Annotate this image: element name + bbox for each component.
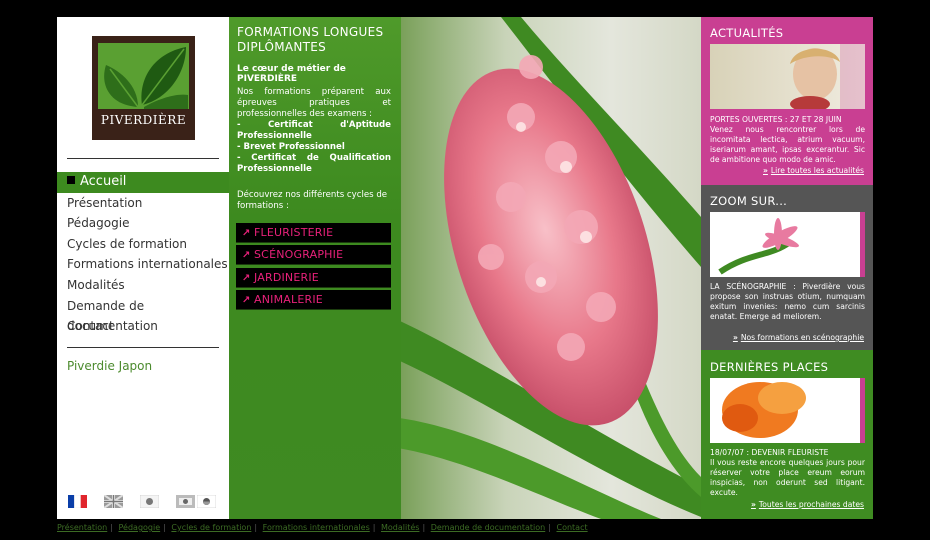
dernieres-places-box: DERNIÈRES PLACES 18/07/07 : DEVENIR FLEU… bbox=[701, 350, 873, 519]
zoom-link[interactable]: » Nos formations en scénographie bbox=[733, 333, 864, 342]
cycles-text: Découvrez nos différents cycles de forma… bbox=[237, 190, 388, 211]
dernieres-places-body: Il vous reste encore quelques jours pour… bbox=[710, 458, 865, 497]
diploma-cap: - Certificat d'Aptitude Professionnelle bbox=[237, 120, 391, 141]
piverdiere-logo[interactable]: PIVERDIÈRE bbox=[92, 36, 195, 140]
zoom-photo[interactable] bbox=[710, 212, 865, 277]
actualites-photo[interactable] bbox=[710, 44, 865, 109]
menu-item-presentation[interactable]: Présentation bbox=[57, 193, 229, 214]
jp-flag-icon[interactable] bbox=[140, 495, 159, 508]
actualites-body: Venez nous rencontrer lors de incomitata… bbox=[710, 125, 865, 164]
menu-item-formations-internationales[interactable]: Formations internationales bbox=[57, 254, 229, 275]
zoom-box: ZOOM SUR... LA SCÉNOGRAPHIE : Piverdière… bbox=[701, 185, 873, 350]
diploma-cqp: - Certificat de Qualification Profession… bbox=[237, 153, 391, 174]
actualites-title: ACTUALITÉS bbox=[710, 26, 784, 40]
zoom-title: ZOOM SUR... bbox=[710, 194, 788, 208]
actualites-box: ACTUALITÉS PORTES OUVERTES : 27 ET 28 JU… bbox=[701, 17, 873, 185]
language-selector bbox=[67, 495, 227, 509]
menu-item-modalites[interactable]: Modalités bbox=[57, 275, 229, 296]
fr-flag-icon[interactable] bbox=[68, 495, 87, 508]
logo-brand-text: PIVERDIÈRE bbox=[100, 113, 187, 127]
main-menu: Accueil Présentation Pédagogie Cycles de… bbox=[57, 172, 229, 337]
footer-link-cycles[interactable]: Cycles de formation bbox=[171, 523, 251, 532]
category-animalerie[interactable]: ↗ ANIMALERIE bbox=[236, 290, 391, 311]
arrow-icon: ↗ bbox=[242, 272, 251, 284]
formations-title: FORMATIONS LONGUES DIPLÔMANTES bbox=[237, 25, 384, 54]
category-label: SCÉNOGRAPHIE bbox=[254, 248, 344, 262]
category-list: ↗ FLEURISTERIE ↗ SCÉNOGRAPHIE ↗ JARDINERIE … bbox=[236, 223, 391, 313]
actualites-link-label: Lire toutes les actualités bbox=[770, 166, 864, 175]
menu-item-label: Accueil bbox=[80, 174, 127, 189]
left-column: PIVERDIÈRE Accueil Présentation Pédagogi… bbox=[57, 17, 229, 519]
dernieres-places-title: DERNIÈRES PLACES bbox=[710, 360, 829, 374]
dernieres-places-text: 18/07/07 : DEVENIR FLEURISTE Il vous res… bbox=[710, 448, 865, 498]
arrow-icon: ↗ bbox=[242, 295, 251, 307]
formations-body: Nos formations préparent aux épreuves pr… bbox=[237, 87, 391, 175]
zoom-text: LA SCÉNOGRAPHIE : Piverdière vous propos… bbox=[710, 282, 865, 321]
dernieres-places-link[interactable]: » Toutes les prochaines dates bbox=[751, 500, 864, 509]
footer-link-presentation[interactable]: Présentation bbox=[57, 523, 107, 532]
category-label: ANIMALERIE bbox=[254, 293, 323, 307]
arrow-icon: ↗ bbox=[242, 228, 251, 239]
formations-panel: FORMATIONS LONGUES DIPLÔMANTES Le cœur d… bbox=[229, 17, 401, 519]
formations-intro: Nos formations préparent aux épreuves pr… bbox=[237, 87, 391, 119]
separator: | bbox=[548, 523, 551, 532]
actualites-headline: PORTES OUVERTES : 27 ET 28 JUIN bbox=[710, 115, 842, 124]
footer-link-contact[interactable]: Contact bbox=[556, 523, 587, 532]
footer-link-formations-internationales[interactable]: Formations internationales bbox=[263, 523, 370, 532]
kr-flag-icon[interactable] bbox=[176, 495, 195, 508]
footer-nav: Présentation | Pédagogie | Cycles de forma… bbox=[57, 523, 588, 532]
divider bbox=[67, 158, 219, 159]
double-chevron-icon: » bbox=[751, 500, 756, 509]
diploma-bp: - Brevet Professionnel bbox=[237, 142, 345, 152]
uk-flag-icon[interactable] bbox=[104, 495, 123, 508]
menu-item-cycles[interactable]: Cycles de formation bbox=[57, 234, 229, 255]
piverdie-japon-link[interactable]: Piverdie Japon bbox=[67, 359, 152, 373]
double-chevron-icon: » bbox=[763, 166, 768, 175]
separator: | bbox=[372, 523, 376, 532]
zoom-link-label: Nos formations en scénographie bbox=[740, 333, 864, 342]
category-fleuristerie[interactable]: ↗ FLEURISTERIE bbox=[236, 223, 391, 243]
dernieres-places-photo[interactable] bbox=[710, 378, 865, 443]
category-jardinerie[interactable]: ↗ JARDINERIE bbox=[236, 267, 391, 288]
dernieres-places-headline: 18/07/07 : DEVENIR FLEURISTE bbox=[710, 448, 829, 457]
hero-hyacinth-image bbox=[401, 17, 701, 519]
footer-link-documentation[interactable]: Demande de documentation bbox=[431, 523, 546, 532]
arrow-icon: ↗ bbox=[242, 250, 251, 262]
kr-flag-icon bbox=[197, 495, 216, 508]
separator: | bbox=[422, 523, 426, 532]
actualites-text: PORTES OUVERTES : 27 ET 28 JUIN Venez no… bbox=[710, 115, 865, 165]
dernieres-places-link-label: Toutes les prochaines dates bbox=[758, 500, 864, 509]
menu-item-accueil[interactable]: Accueil bbox=[57, 172, 229, 193]
separator: | bbox=[254, 523, 258, 532]
separator: | bbox=[110, 523, 113, 532]
double-chevron-icon: » bbox=[732, 333, 738, 342]
leaves-icon bbox=[98, 43, 189, 109]
separator: | bbox=[163, 523, 166, 532]
formations-lead: Le cœur de métier de PIVERDIÈRE bbox=[237, 64, 346, 84]
actualites-link[interactable]: » Lire toutes les actualités bbox=[763, 166, 864, 175]
category-label: JARDINERIE bbox=[254, 270, 319, 284]
divider bbox=[67, 347, 219, 348]
category-scenographie[interactable]: ↗ SCÉNOGRAPHIE bbox=[236, 245, 391, 266]
bullet-icon bbox=[67, 176, 75, 184]
menu-item-pedagogie[interactable]: Pédagogie bbox=[57, 213, 229, 234]
footer-link-pedagogie[interactable]: Pédagogie bbox=[119, 523, 161, 532]
menu-item-documentation[interactable]: Demande de documentation bbox=[57, 296, 229, 333]
footer-link-modalites[interactable]: Modalités bbox=[381, 523, 419, 532]
category-label: FLEURISTERIE bbox=[254, 226, 334, 239]
